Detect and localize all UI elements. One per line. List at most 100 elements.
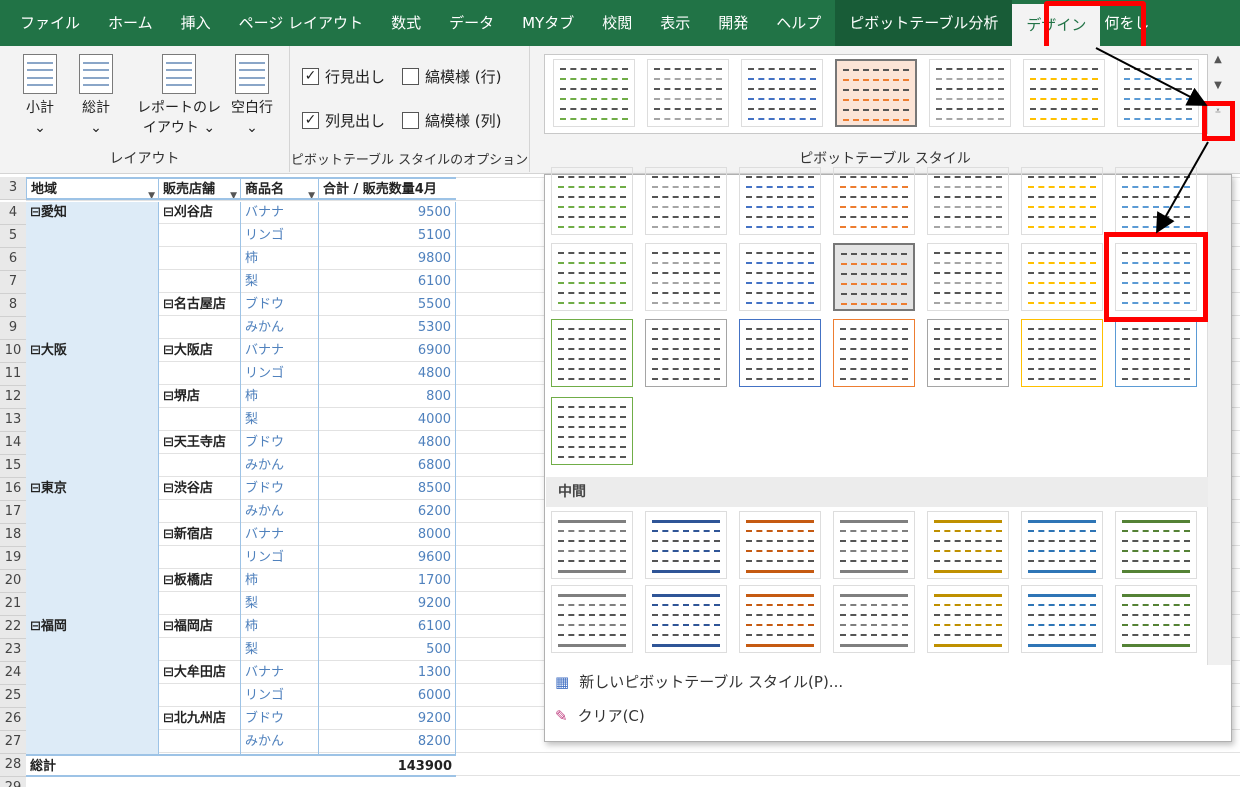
row-headers-checkbox[interactable]: ✓ 行見出し	[302, 66, 385, 87]
style-thumbnail[interactable]	[833, 319, 915, 387]
region-cell[interactable]	[26, 432, 158, 455]
region-cell[interactable]	[26, 524, 158, 547]
region-cell[interactable]: ⊟福岡	[26, 616, 158, 639]
tab-3[interactable]: ページ レイアウト	[225, 0, 377, 46]
style-thumbnail[interactable]	[1021, 511, 1103, 579]
tab-8[interactable]: 表示	[646, 0, 704, 46]
row-header[interactable]: 28	[0, 754, 26, 777]
style-thumbnail[interactable]	[833, 243, 915, 311]
gallery-scroll-up-button[interactable]: ▲	[1208, 54, 1228, 80]
style-thumbnail[interactable]	[551, 319, 633, 387]
value-cell[interactable]: 9200	[318, 593, 456, 616]
style-thumbnail[interactable]	[833, 585, 915, 653]
store-cell[interactable]	[158, 363, 240, 386]
row-header[interactable]: 23	[0, 639, 26, 662]
style-thumbnail[interactable]	[1115, 585, 1197, 653]
style-thumbnail[interactable]	[1117, 59, 1199, 127]
report-layout-button[interactable]: レポートのレ イアウト ⌄	[134, 54, 224, 138]
row-header[interactable]: 19	[0, 547, 26, 570]
style-thumbnail[interactable]	[833, 167, 915, 235]
store-cell[interactable]: ⊟新宿店	[158, 524, 240, 547]
store-cell[interactable]: ⊟福岡店	[158, 616, 240, 639]
region-cell[interactable]	[26, 593, 158, 616]
store-cell[interactable]	[158, 593, 240, 616]
style-thumbnail[interactable]	[929, 59, 1011, 127]
store-cell[interactable]	[158, 731, 240, 754]
region-cell[interactable]	[26, 248, 158, 271]
dropdown-scrollbar[interactable]	[1207, 175, 1231, 665]
store-cell[interactable]	[158, 409, 240, 432]
region-cell[interactable]	[26, 570, 158, 593]
gallery-scroll-down-button[interactable]: ▼	[1208, 80, 1228, 106]
tab-6[interactable]: MYタブ	[508, 0, 588, 46]
style-thumbnail[interactable]	[645, 511, 727, 579]
row-header[interactable]: 3	[0, 177, 26, 200]
tab-9[interactable]: 開発	[704, 0, 762, 46]
product-cell[interactable]: 梨	[240, 271, 318, 294]
row-header[interactable]: 9	[0, 317, 26, 340]
product-cell[interactable]: 梨	[240, 593, 318, 616]
value-cell[interactable]: 6100	[318, 271, 456, 294]
tab-1[interactable]: ホーム	[94, 0, 167, 46]
tab-2[interactable]: 挿入	[167, 0, 225, 46]
row-header[interactable]: 16	[0, 478, 26, 501]
row-header[interactable]: 6	[0, 248, 26, 271]
value-cell[interactable]: 8000	[318, 524, 456, 547]
style-thumbnail[interactable]	[739, 243, 821, 311]
product-cell[interactable]: みかん	[240, 501, 318, 524]
banded-columns-checkbox[interactable]: 縞模様 (列)	[402, 110, 501, 131]
product-cell[interactable]: 柿	[240, 248, 318, 271]
style-thumbnail[interactable]	[1021, 585, 1103, 653]
value-cell[interactable]: 4000	[318, 409, 456, 432]
product-cell[interactable]: ブドウ	[240, 432, 318, 455]
style-thumbnail[interactable]	[1115, 511, 1197, 579]
row-header[interactable]: 17	[0, 501, 26, 524]
column-header-total[interactable]: 合計 / 販売数量4月	[318, 177, 456, 200]
value-cell[interactable]: 6200	[318, 501, 456, 524]
product-cell[interactable]: 柿	[240, 570, 318, 593]
tab-12[interactable]: デザイン	[1012, 4, 1101, 46]
product-cell[interactable]: ブドウ	[240, 478, 318, 501]
blank-rows-button[interactable]: 空白行 ⌄	[224, 54, 280, 138]
region-cell[interactable]	[26, 455, 158, 478]
style-thumbnail[interactable]	[645, 319, 727, 387]
style-thumbnail[interactable]	[835, 59, 917, 127]
region-cell[interactable]	[26, 547, 158, 570]
style-thumbnail[interactable]	[739, 319, 821, 387]
row-header[interactable]: 15	[0, 455, 26, 478]
store-cell[interactable]	[158, 455, 240, 478]
row-header[interactable]: 10	[0, 340, 26, 363]
store-cell[interactable]	[158, 248, 240, 271]
product-cell[interactable]: 柿	[240, 386, 318, 409]
banded-rows-checkbox[interactable]: 縞模様 (行)	[402, 66, 501, 87]
region-cell[interactable]	[26, 363, 158, 386]
region-cell[interactable]	[26, 639, 158, 662]
store-cell[interactable]: ⊟渋谷店	[158, 478, 240, 501]
region-cell[interactable]: ⊟東京	[26, 478, 158, 501]
region-cell[interactable]	[26, 317, 158, 340]
region-cell[interactable]	[26, 731, 158, 754]
region-cell[interactable]	[26, 271, 158, 294]
column-headers-checkbox[interactable]: ✓ 列見出し	[302, 110, 385, 131]
style-thumbnail[interactable]	[551, 397, 633, 465]
style-thumbnail[interactable]	[1023, 59, 1105, 127]
value-cell[interactable]: 800	[318, 386, 456, 409]
gallery-more-button[interactable]: ⩡	[1208, 106, 1228, 132]
store-cell[interactable]	[158, 317, 240, 340]
value-cell[interactable]: 5100	[318, 225, 456, 248]
style-thumbnail[interactable]	[927, 585, 1009, 653]
region-cell[interactable]	[26, 662, 158, 685]
style-thumbnail[interactable]	[551, 511, 633, 579]
column-header-store[interactable]: 販売店舗 ▼	[158, 177, 240, 200]
grand-total-button[interactable]: 総計 ⌄	[70, 54, 122, 138]
store-cell[interactable]: ⊟北九州店	[158, 708, 240, 731]
style-thumbnail[interactable]	[741, 59, 823, 127]
product-cell[interactable]: ブドウ	[240, 294, 318, 317]
product-cell[interactable]: みかん	[240, 455, 318, 478]
value-cell[interactable]: 8500	[318, 478, 456, 501]
value-cell[interactable]: 9600	[318, 547, 456, 570]
value-cell[interactable]: 4800	[318, 432, 456, 455]
filter-dropdown-icon[interactable]: ▼	[148, 185, 155, 198]
product-cell[interactable]: リンゴ	[240, 547, 318, 570]
style-thumbnail[interactable]	[833, 511, 915, 579]
